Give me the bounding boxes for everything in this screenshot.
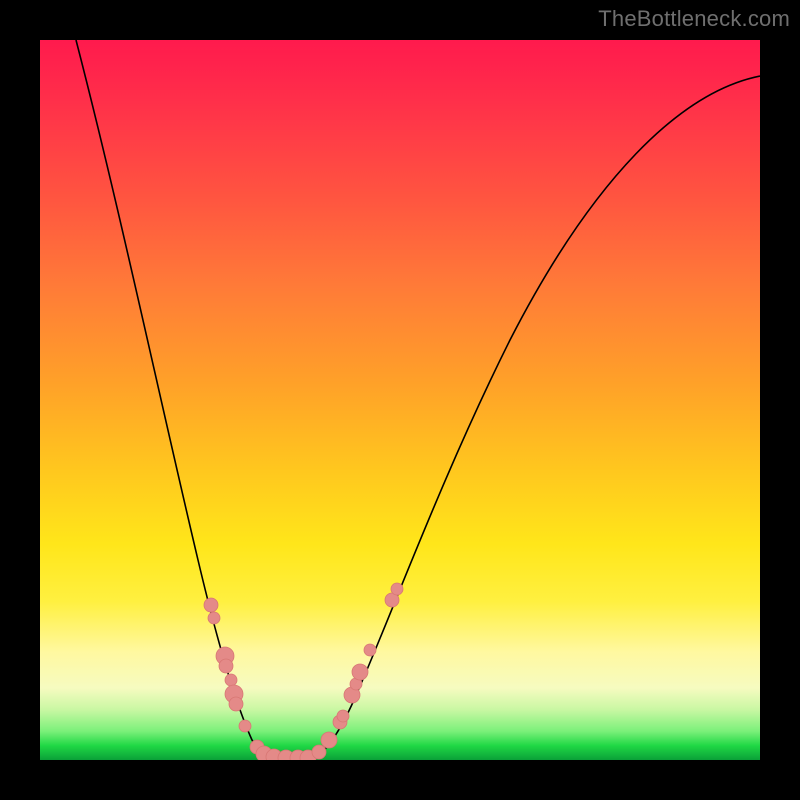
highlight-dot (337, 710, 349, 722)
chart-stage: TheBottleneck.com (0, 0, 800, 800)
plot-area (40, 40, 760, 760)
right-curve (310, 76, 760, 760)
highlight-dot (364, 644, 376, 656)
dot-group (204, 583, 403, 760)
highlight-dot (204, 598, 218, 612)
left-curve (76, 40, 276, 760)
highlight-dot (239, 720, 251, 732)
watermark-text: TheBottleneck.com (598, 6, 790, 32)
curve-layer (40, 40, 760, 760)
highlight-dot (219, 659, 233, 673)
highlight-dot (391, 583, 403, 595)
highlight-dot (225, 674, 237, 686)
highlight-dot (312, 745, 326, 759)
highlight-dot (208, 612, 220, 624)
highlight-dot (352, 664, 368, 680)
highlight-dot (321, 732, 337, 748)
highlight-dot (229, 697, 243, 711)
